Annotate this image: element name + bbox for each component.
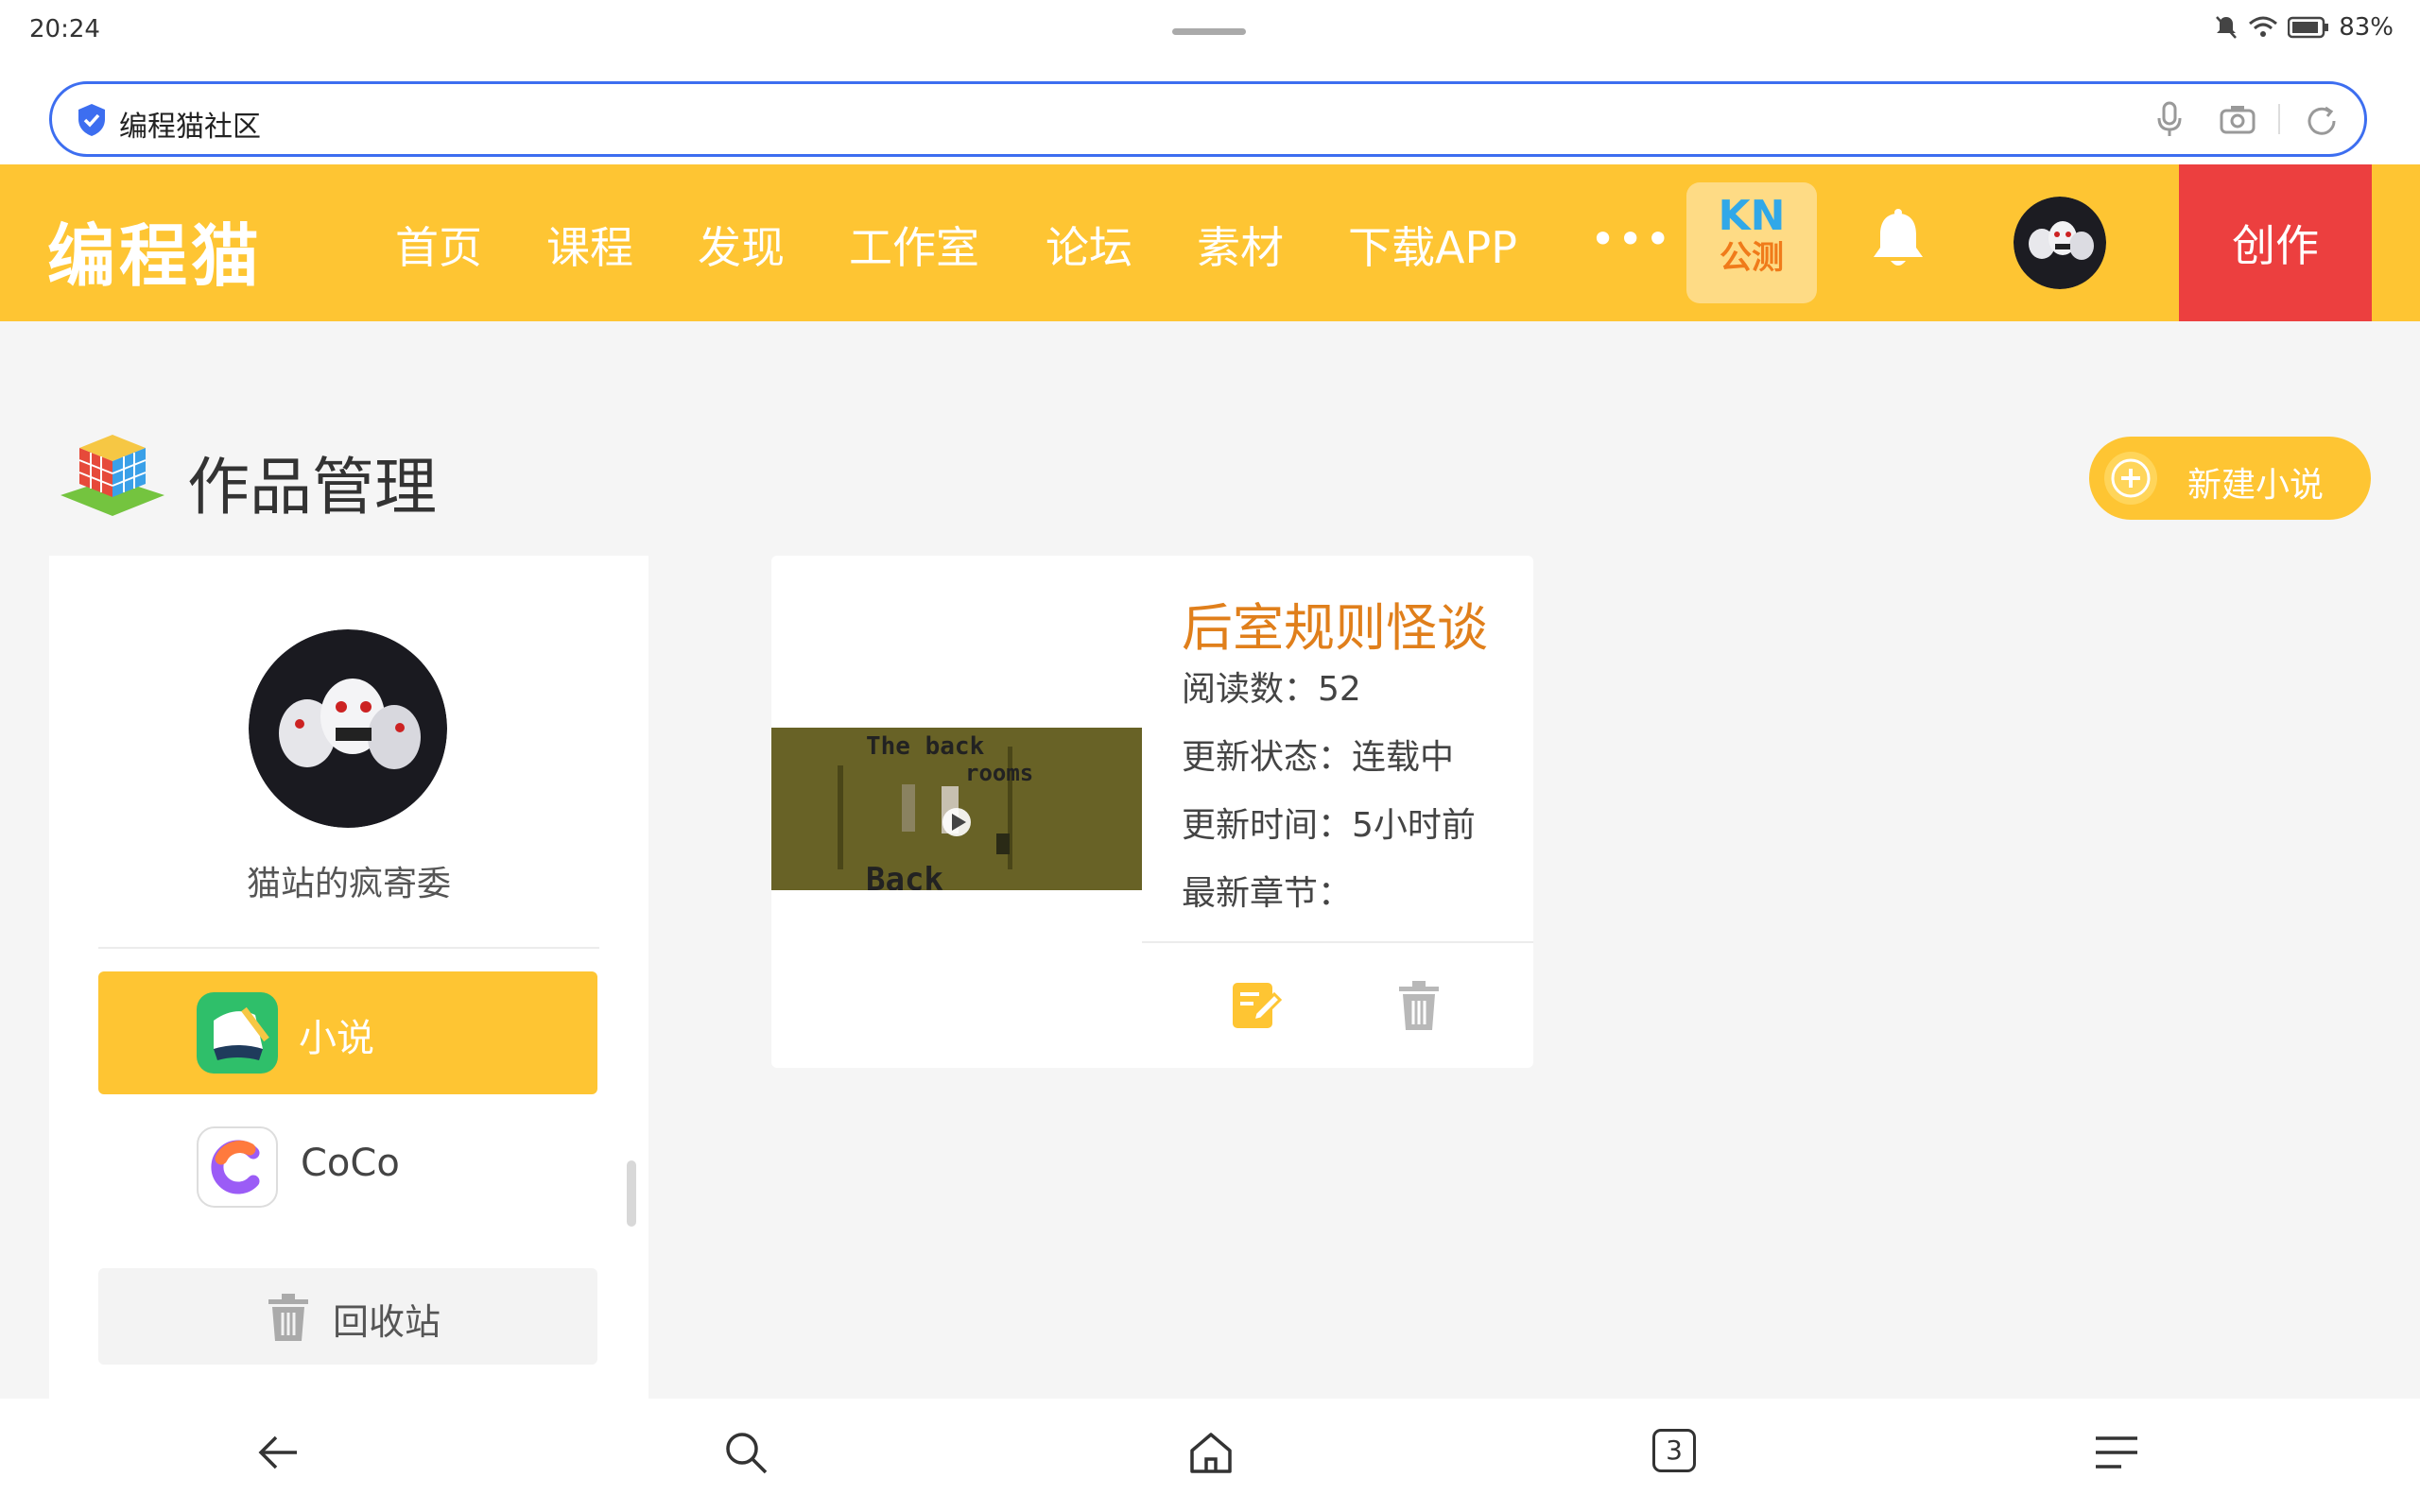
nav-studio[interactable]: 工作室 <box>849 214 979 276</box>
camera-icon[interactable] <box>2220 104 2256 134</box>
coco-app-icon[interactable] <box>197 1126 278 1208</box>
nav-download-app[interactable]: 下载APP <box>1348 214 1517 276</box>
work-thumbnail[interactable]: The back rooms Back <box>771 728 1142 890</box>
nav-courses[interactable]: 课程 <box>546 214 633 276</box>
create-label: 创作 <box>2232 220 2319 271</box>
address-text[interactable]: 编程猫社区 <box>119 103 261 145</box>
back-arrow-icon[interactable] <box>255 1429 302 1476</box>
site-logo[interactable]: 编程猫 <box>47 200 263 300</box>
wifi-icon <box>2249 16 2278 37</box>
tabs-count: 3 <box>1666 1435 1683 1466</box>
edit-icon[interactable] <box>1231 979 1282 1032</box>
mute-bell-icon <box>2216 16 2238 39</box>
kn-badge-subtitle: 公测 <box>1720 239 1784 277</box>
thumbnail-text-2: rooms <box>965 760 1033 786</box>
nav-home[interactable]: 首页 <box>395 214 482 276</box>
sidebar-item-coco-label[interactable]: CoCo <box>301 1142 400 1185</box>
plus-icon <box>2104 452 2157 505</box>
tabs-button[interactable]: 3 <box>1652 1429 1696 1472</box>
novel-app-icon <box>197 992 278 1074</box>
search-icon[interactable] <box>722 1429 769 1476</box>
card-divider <box>1142 941 1533 943</box>
status-icons: 83% <box>2214 13 2394 42</box>
kn-beta-badge[interactable]: KN 公测 <box>1686 182 1817 303</box>
new-novel-label: 新建小说 <box>2187 466 2325 505</box>
home-icon[interactable] <box>1187 1429 1235 1476</box>
address-bar[interactable] <box>49 81 2367 157</box>
sidebar-divider <box>98 947 599 949</box>
microphone-icon[interactable] <box>2155 100 2184 138</box>
profile-avatar[interactable] <box>249 629 447 828</box>
work-title[interactable]: 后室规则怪谈 <box>1182 586 1488 661</box>
address-divider <box>2278 104 2280 134</box>
nav-more[interactable]: ••• <box>1590 214 1672 265</box>
thumbnail-text-3: Back <box>866 861 943 890</box>
window-drag-handle[interactable] <box>1172 28 1246 35</box>
page-title: 作品管理 <box>187 451 437 524</box>
work-update-status: 更新状态：连载中 <box>1182 738 1455 777</box>
create-button[interactable]: 创作 <box>2179 164 2372 321</box>
delete-icon[interactable] <box>1397 979 1441 1032</box>
battery-percent: 83% <box>2339 13 2394 42</box>
recycle-bin-label: 回收站 <box>333 1301 441 1343</box>
nav-materials[interactable]: 素材 <box>1197 214 1284 276</box>
nav-forum[interactable]: 论坛 <box>1046 214 1132 276</box>
rubik-cube-icon <box>60 435 164 516</box>
sidebar-scrollbar[interactable] <box>627 1160 636 1227</box>
user-avatar[interactable] <box>2014 197 2106 289</box>
work-latest-chapter: 最新章节： <box>1182 874 1353 913</box>
trash-icon <box>268 1294 308 1341</box>
username: 猫站的疯寄委 <box>246 865 451 903</box>
menu-icon[interactable] <box>2093 1429 2140 1476</box>
thumbnail-text-1: The back <box>866 732 985 761</box>
work-read-count: 阅读数：52 <box>1182 670 1361 709</box>
work-update-time: 更新时间：5小时前 <box>1182 806 1476 845</box>
notification-bell-icon[interactable] <box>1870 208 1927 272</box>
new-novel-button[interactable]: 新建小说 <box>2089 437 2371 520</box>
kn-badge-title: KN <box>1718 192 1786 240</box>
shield-check-icon <box>78 104 105 136</box>
sidebar-item-novel-label: 小说 <box>299 1017 374 1060</box>
nav-discover[interactable]: 发现 <box>698 214 785 276</box>
status-time: 20:24 <box>29 15 100 43</box>
battery-icon <box>2288 16 2329 39</box>
refresh-icon[interactable] <box>2305 104 2339 138</box>
